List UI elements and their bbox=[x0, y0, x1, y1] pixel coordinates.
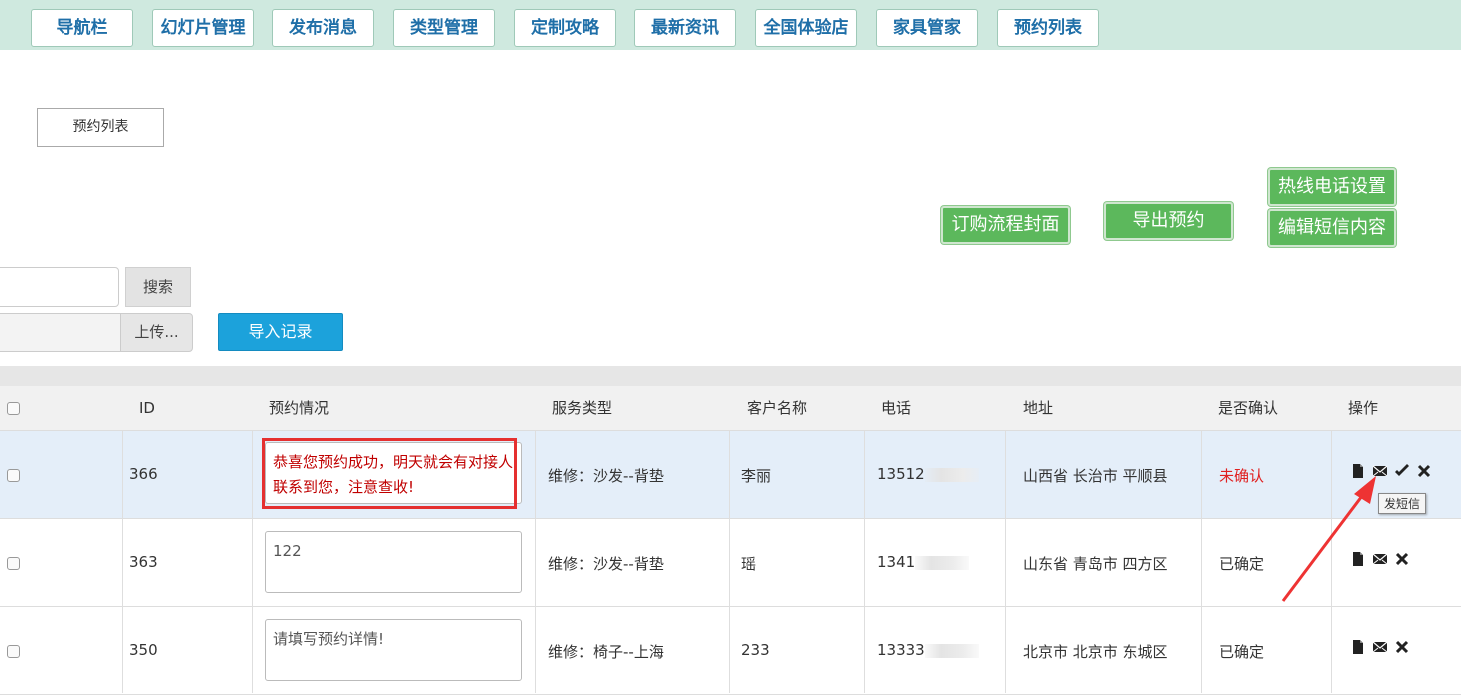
col-address: 地址 bbox=[1023, 399, 1054, 417]
upload-button[interactable]: 上传... bbox=[120, 313, 193, 352]
highlight-annotation-box bbox=[262, 438, 517, 509]
file-input[interactable] bbox=[0, 313, 121, 352]
top-nav-bar: 导航栏 幻灯片管理 发布消息 类型管理 定制攻略 最新资讯 全国体验店 家具管家… bbox=[0, 0, 1461, 50]
table-row: 363 122 维修：沙发--背垫 瑶 1341 山东省 青岛市 四方区 已确定 bbox=[0, 519, 1461, 607]
row-actions bbox=[1350, 639, 1410, 655]
table-row: 350 请填写预约详情! 维修：椅子--上海 233 13333 北京市 北京市… bbox=[0, 607, 1461, 695]
edit-sms-button[interactable]: 编辑短信内容 bbox=[1268, 209, 1396, 247]
row-checkbox[interactable] bbox=[7, 645, 20, 658]
status-badge: 未确认 bbox=[1219, 467, 1265, 485]
close-icon[interactable] bbox=[1416, 463, 1432, 479]
column-divider bbox=[122, 431, 123, 693]
nav-button-navbar[interactable]: 导航栏 bbox=[31, 9, 133, 47]
row-service: 维修：沙发--背垫 bbox=[548, 467, 664, 485]
export-button[interactable]: 导出预约 bbox=[1104, 202, 1233, 240]
col-service: 服务类型 bbox=[552, 399, 613, 417]
row-phone: 13333 bbox=[877, 641, 979, 659]
column-divider bbox=[1005, 431, 1006, 693]
table-row: 366 恭喜您预约成功，明天就会有对接人联系到您，注意查收! 维修：沙发--背垫… bbox=[0, 431, 1461, 519]
note-textarea[interactable]: 请填写预约详情! bbox=[265, 619, 522, 681]
nav-button-strategy[interactable]: 定制攻略 bbox=[514, 9, 616, 47]
row-customer: 瑶 bbox=[741, 555, 757, 573]
close-icon[interactable] bbox=[1394, 639, 1410, 655]
import-records-button[interactable]: 导入记录 bbox=[218, 313, 343, 351]
row-id: 363 bbox=[129, 553, 158, 571]
page-title: 预约列表 bbox=[37, 108, 164, 147]
row-phone: 13512 bbox=[877, 465, 979, 483]
select-all-checkbox[interactable] bbox=[7, 402, 20, 415]
col-customer: 客户名称 bbox=[747, 399, 808, 417]
nav-button-news[interactable]: 最新资讯 bbox=[634, 9, 736, 47]
row-checkbox[interactable] bbox=[7, 469, 20, 482]
check-icon[interactable] bbox=[1394, 463, 1410, 479]
search-input[interactable] bbox=[0, 267, 119, 307]
row-address: 山东省 青岛市 四方区 bbox=[1023, 555, 1168, 573]
search-button[interactable]: 搜索 bbox=[125, 267, 191, 307]
close-icon[interactable] bbox=[1394, 551, 1410, 567]
row-phone: 1341 bbox=[877, 553, 970, 571]
row-customer: 李丽 bbox=[741, 467, 772, 485]
note-textarea[interactable]: 122 bbox=[265, 531, 522, 593]
column-divider bbox=[729, 431, 730, 693]
nav-button-stores[interactable]: 全国体验店 bbox=[755, 9, 857, 47]
file-icon[interactable] bbox=[1350, 639, 1366, 655]
row-id: 350 bbox=[129, 641, 158, 659]
row-customer: 233 bbox=[741, 641, 770, 659]
row-service: 维修：沙发--背垫 bbox=[548, 555, 664, 573]
envelope-icon[interactable] bbox=[1372, 639, 1388, 655]
col-id: ID bbox=[139, 399, 155, 417]
row-address: 山西省 长治市 平顺县 bbox=[1023, 467, 1168, 485]
col-note: 预约情况 bbox=[269, 399, 330, 417]
row-service: 维修：椅子--上海 bbox=[548, 643, 664, 661]
row-id: 366 bbox=[129, 465, 158, 483]
column-divider bbox=[535, 431, 536, 693]
row-address: 北京市 北京市 东城区 bbox=[1023, 643, 1168, 661]
nav-button-furniture[interactable]: 家具管家 bbox=[876, 9, 978, 47]
table-header: ID 预约情况 服务类型 客户名称 电话 地址 是否确认 操作 bbox=[0, 386, 1461, 431]
nav-button-slides[interactable]: 幻灯片管理 bbox=[152, 9, 254, 47]
table-toolbar bbox=[0, 366, 1461, 386]
hotline-settings-button[interactable]: 热线电话设置 bbox=[1268, 168, 1396, 206]
status-badge: 已确定 bbox=[1219, 643, 1265, 661]
order-cover-button[interactable]: 订购流程封面 bbox=[941, 206, 1070, 244]
column-divider bbox=[1201, 431, 1202, 693]
col-phone: 电话 bbox=[881, 399, 912, 417]
column-divider bbox=[864, 431, 865, 693]
status-badge: 已确定 bbox=[1219, 555, 1265, 573]
row-checkbox[interactable] bbox=[7, 557, 20, 570]
nav-button-appointments[interactable]: 预约列表 bbox=[997, 9, 1099, 47]
column-divider bbox=[252, 431, 253, 693]
arrow-annotation bbox=[1281, 476, 1376, 602]
col-confirmed: 是否确认 bbox=[1218, 399, 1279, 417]
nav-button-types[interactable]: 类型管理 bbox=[393, 9, 495, 47]
col-actions: 操作 bbox=[1348, 399, 1379, 417]
nav-button-publish[interactable]: 发布消息 bbox=[272, 9, 374, 47]
